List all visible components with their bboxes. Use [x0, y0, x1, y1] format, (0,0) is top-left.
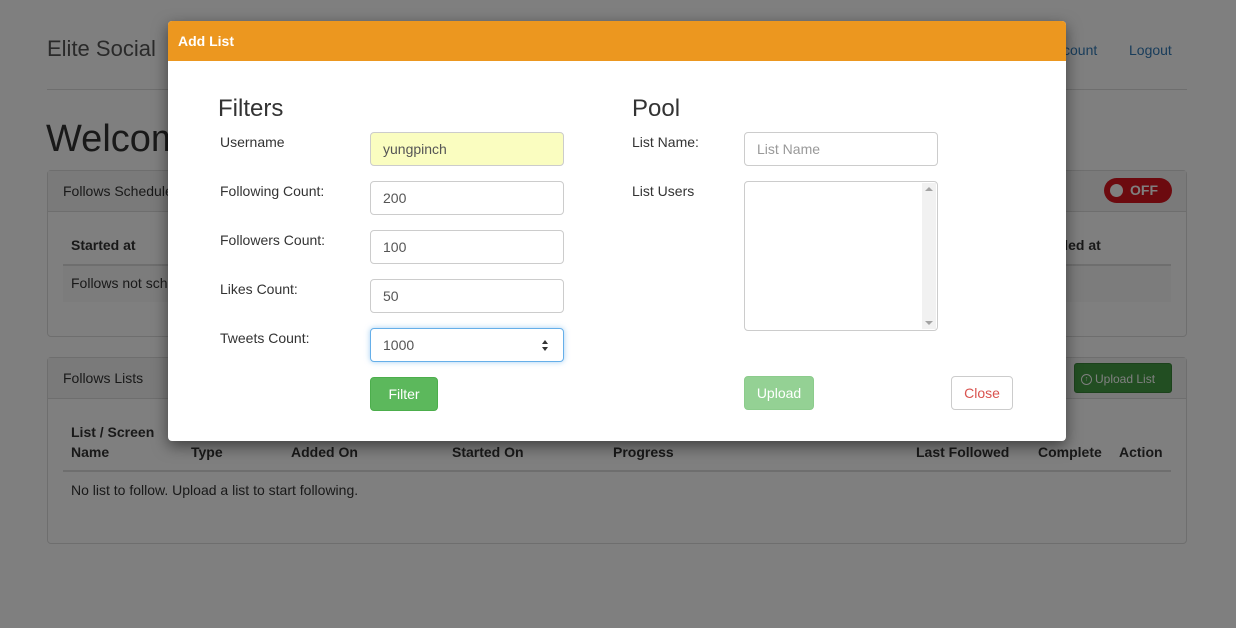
number-spinner-icon[interactable] — [542, 340, 549, 352]
username-input[interactable]: yungpinch — [370, 132, 564, 166]
likes-count-label: Likes Count: — [220, 281, 298, 297]
scroll-up-icon[interactable] — [925, 187, 933, 191]
list-name-input[interactable]: List Name — [744, 132, 938, 166]
pool-heading: Pool — [632, 95, 681, 122]
modal-title: Add List — [178, 33, 234, 49]
filter-button[interactable]: Filter — [370, 377, 438, 411]
scroll-down-icon[interactable] — [925, 321, 933, 325]
tweets-count-label: Tweets Count: — [220, 330, 310, 346]
list-users-label: List Users — [632, 183, 695, 199]
list-users-textarea[interactable] — [744, 181, 938, 331]
followers-count-input[interactable]: 100 — [370, 230, 564, 264]
upload-button[interactable]: Upload — [744, 376, 814, 410]
following-count-label: Following Count: — [220, 183, 325, 199]
filters-heading: Filters — [218, 95, 284, 122]
textarea-scrollbar[interactable] — [922, 183, 936, 329]
followers-count-label: Followers Count: — [220, 232, 326, 248]
add-list-modal: Add List Filters Username yungpinch Foll… — [168, 21, 1066, 441]
modal-header: Add List — [168, 21, 1066, 61]
tweets-count-input[interactable]: 1000 — [370, 328, 564, 362]
following-count-input[interactable]: 200 — [370, 181, 564, 215]
close-button[interactable]: Close — [951, 376, 1013, 410]
likes-count-input[interactable]: 50 — [370, 279, 564, 313]
tweets-count-value: 1000 — [383, 337, 415, 353]
username-label: Username — [220, 134, 285, 150]
list-name-label: List Name: — [632, 134, 699, 150]
